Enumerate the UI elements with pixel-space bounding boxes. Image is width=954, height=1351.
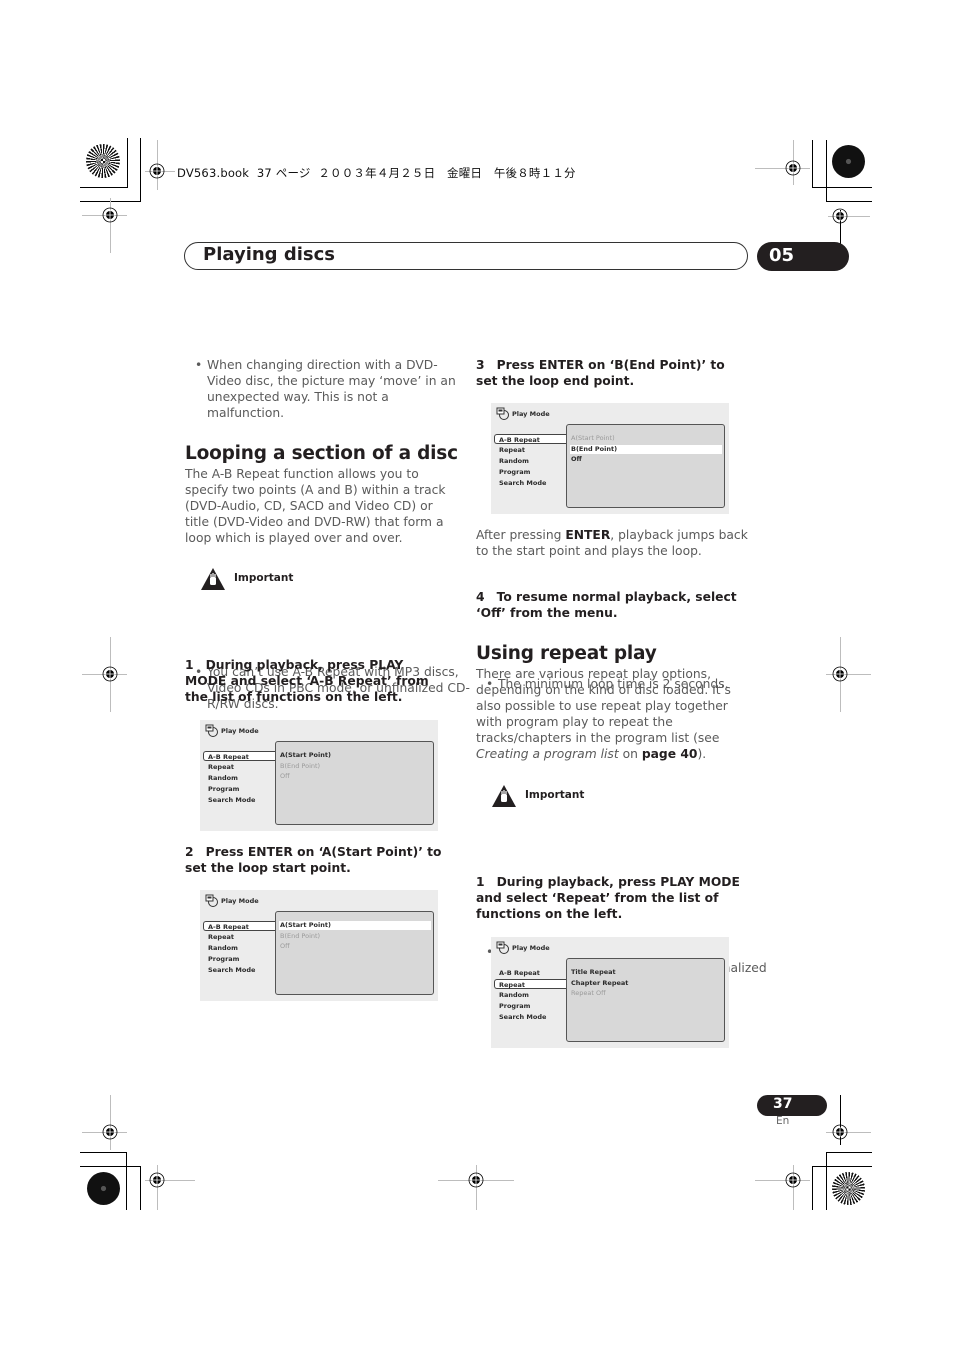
- option-item[interactable]: Chapter Repeat: [571, 979, 628, 988]
- crosshair-icon: [149, 163, 165, 179]
- page-number: 37: [773, 1096, 793, 1112]
- language-label: En: [776, 1115, 790, 1127]
- play-mode-screen: Play Mode A-B Repeat Repeat Random Program Se…: [200, 720, 438, 831]
- registration-disc-icon: [832, 1172, 865, 1205]
- play-mode-disc-icon: [205, 724, 218, 737]
- screen-title: Play Mode: [512, 944, 550, 952]
- step-text: To resume normal playback, select ‘Off’ …: [476, 590, 737, 620]
- option-item[interactable]: Repeat Off: [571, 989, 606, 998]
- menu-item[interactable]: Program: [499, 1001, 530, 1011]
- menu-item[interactable]: Random: [499, 990, 529, 1000]
- step-text: Press ENTER on ‘B(End Point)’ to set the…: [476, 358, 725, 388]
- step-number: 4: [476, 590, 485, 604]
- crosshair-icon: [832, 208, 848, 224]
- chapter-number-badge: 05: [757, 242, 849, 271]
- chapter-number: 05: [769, 245, 795, 266]
- menu-item-selected[interactable]: A-B Repeat: [494, 434, 566, 444]
- menu-item[interactable]: Program: [208, 954, 239, 964]
- step-number: 1: [476, 875, 485, 889]
- text-run: There are various repeat play options, d…: [476, 667, 731, 745]
- play-mode-screen: Play Mode A-B Repeat Repeat Random Program Se…: [200, 890, 438, 1001]
- text-run: After pressing: [476, 528, 566, 542]
- option-item[interactable]: A(Start Point): [571, 434, 615, 443]
- option-item[interactable]: Title Repeat: [571, 968, 616, 977]
- crosshair-icon: [102, 1124, 118, 1140]
- play-mode-disc-icon: [205, 894, 218, 907]
- intro-bullet: When changing direction with a DVD-Video…: [185, 357, 457, 421]
- page-reference-link[interactable]: page 40: [642, 747, 698, 761]
- page-number-badge: 37: [757, 1095, 827, 1116]
- important-label: Important: [525, 789, 585, 801]
- menu-item-selected[interactable]: A-B Repeat: [203, 751, 275, 761]
- screen-title: Play Mode: [221, 727, 259, 735]
- screen-title: Play Mode: [221, 897, 259, 905]
- menu-item[interactable]: Program: [208, 784, 239, 794]
- step-number: 2: [185, 845, 194, 859]
- crosshair-icon: [785, 160, 801, 176]
- menu-item[interactable]: Search Mode: [208, 795, 255, 805]
- menu-item[interactable]: A-B Repeat: [499, 968, 540, 978]
- option-item[interactable]: B(End Point): [570, 445, 722, 454]
- crosshair-icon: [468, 1172, 484, 1188]
- option-item[interactable]: B(End Point): [280, 762, 320, 771]
- step-2-start-point: 2 Press ENTER on ‘A(Start Point)’ to set …: [185, 844, 455, 876]
- cross-reference-title: Creating a program list: [476, 747, 619, 761]
- warning-hand-icon: [492, 785, 516, 807]
- step-1-repeat: 1 During playback, press PLAY MODE and se…: [476, 874, 741, 922]
- text-run: ).: [697, 747, 707, 761]
- crosshair-icon: [832, 666, 848, 682]
- warning-hand-icon: [201, 568, 225, 590]
- print-header: DV563.book 37 ページ ２００３年４月２５日 金曜日 午後８時１１分: [177, 166, 576, 180]
- step-text: During playback, press PLAY MODE and sel…: [185, 658, 429, 704]
- step-text: During playback, press PLAY MODE and sel…: [476, 875, 740, 921]
- menu-item[interactable]: Repeat: [208, 762, 234, 772]
- option-item[interactable]: A(Start Point): [280, 751, 331, 760]
- step-text: Press ENTER on ‘A(Start Point)’ to set t…: [185, 845, 442, 875]
- step-4-resume: 4 To resume normal playback, select ‘Off’…: [476, 589, 746, 621]
- menu-item[interactable]: Search Mode: [208, 965, 255, 975]
- play-mode-disc-icon: [496, 407, 509, 420]
- step-3-end-point: 3 Press ENTER on ‘B(End Point)’ to set th…: [476, 357, 746, 389]
- registration-disc-icon: [832, 145, 865, 178]
- menu-item[interactable]: Repeat: [499, 445, 525, 455]
- option-item[interactable]: Off: [571, 455, 582, 464]
- crosshair-icon: [149, 1172, 165, 1188]
- menu-item[interactable]: Random: [208, 773, 238, 783]
- registration-disc-icon: [87, 1172, 120, 1205]
- menu-item[interactable]: Search Mode: [499, 478, 546, 488]
- chapter-title: Playing discs: [203, 244, 335, 265]
- crosshair-icon: [102, 666, 118, 682]
- menu-item[interactable]: Random: [208, 943, 238, 953]
- important-label: Important: [234, 572, 294, 584]
- play-mode-screen: Play Mode A-B Repeat Repeat Random Program Se…: [491, 403, 729, 514]
- step-number: 3: [476, 358, 485, 372]
- step-1-ab-repeat: 1 During playback, press PLAY MODE and se…: [185, 657, 445, 705]
- option-item[interactable]: Off: [280, 942, 290, 951]
- menu-item[interactable]: Repeat: [208, 932, 234, 942]
- section-title-repeat: Using repeat play: [476, 643, 657, 664]
- section-title-looping: Looping a section of a disc: [185, 443, 458, 464]
- play-mode-screen: Play Mode A-B Repeat Repeat Random Program Se…: [491, 937, 729, 1048]
- section-body-repeat: There are various repeat play options, d…: [476, 666, 748, 762]
- enter-key-label: ENTER: [565, 528, 611, 542]
- option-item[interactable]: A(Start Point): [279, 921, 431, 930]
- crosshair-icon: [832, 1124, 848, 1140]
- menu-item[interactable]: Random: [499, 456, 529, 466]
- section-body-looping: The A-B Repeat function allows you to sp…: [185, 467, 446, 545]
- registration-disc-icon: [86, 144, 120, 178]
- option-item[interactable]: B(End Point): [280, 932, 320, 941]
- crosshair-icon: [102, 207, 118, 223]
- text-run: on: [618, 747, 642, 761]
- play-mode-disc-icon: [496, 941, 509, 954]
- step-number: 1: [185, 658, 194, 672]
- after-enter-text: After pressing ENTER, playback jumps bac…: [476, 527, 748, 559]
- menu-item[interactable]: Search Mode: [499, 1012, 546, 1022]
- menu-item-selected[interactable]: A-B Repeat: [203, 921, 275, 931]
- screen-title: Play Mode: [512, 410, 550, 418]
- menu-item[interactable]: Program: [499, 467, 530, 477]
- crosshair-icon: [785, 1172, 801, 1188]
- option-item[interactable]: Off: [280, 772, 290, 781]
- menu-item-selected[interactable]: Repeat: [494, 979, 566, 989]
